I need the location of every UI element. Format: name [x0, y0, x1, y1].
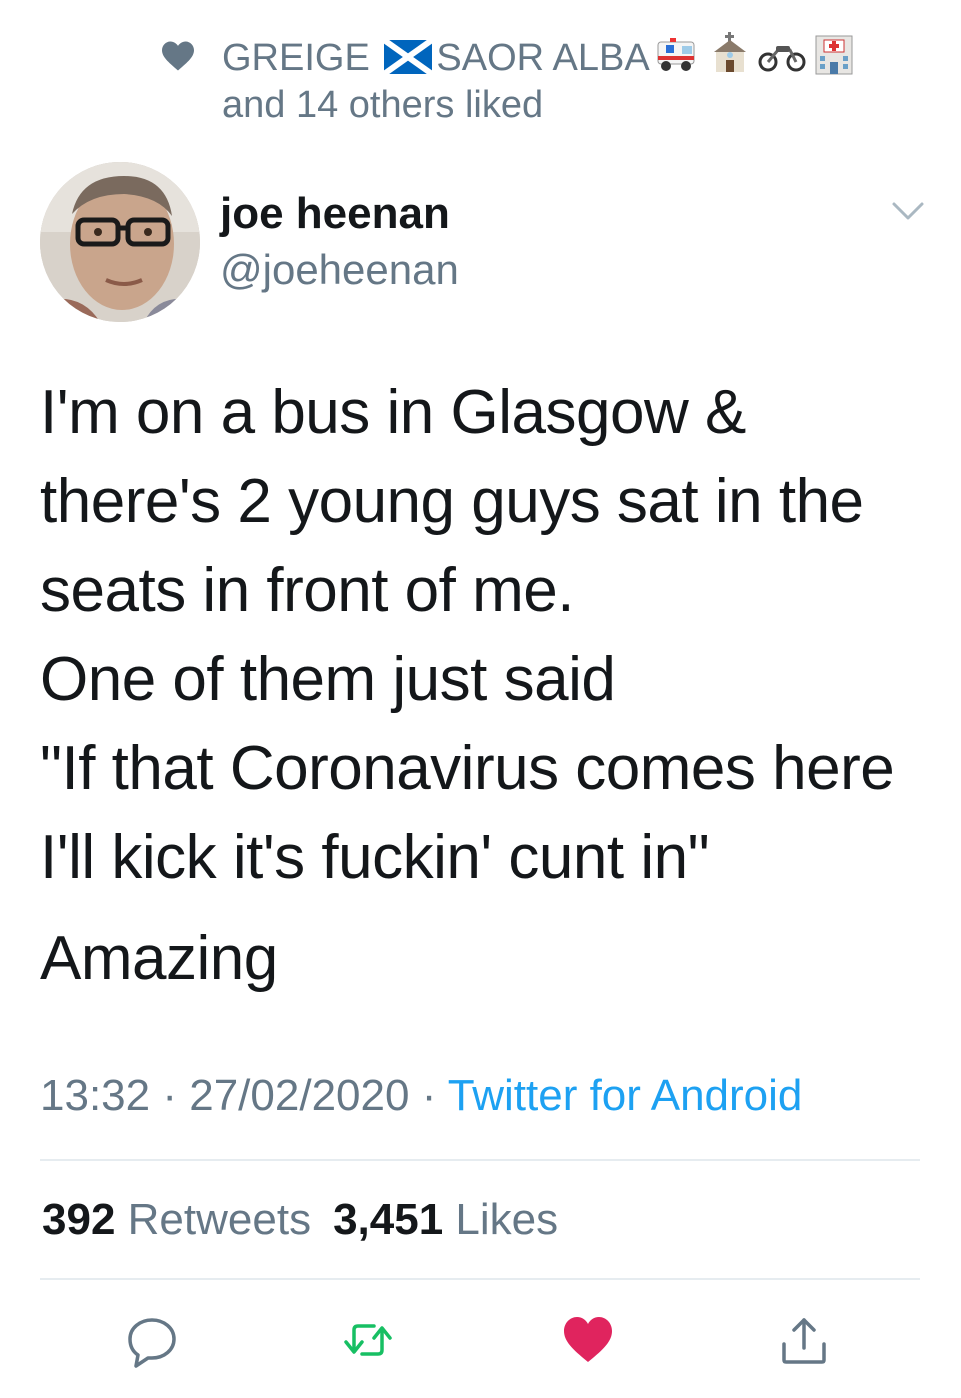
- tweet-line: "If that Coronavirus comes here: [40, 734, 895, 803]
- tweet-line: seats in front of me.: [40, 556, 574, 625]
- chevron-down-icon[interactable]: [890, 196, 926, 226]
- reply-icon[interactable]: [124, 1312, 180, 1368]
- heart-filled-icon[interactable]: [560, 1312, 616, 1368]
- tweet-closing: Amazing: [40, 924, 278, 993]
- tweet-meta: 13:32 · 27/02/2020 · Twitter for Android: [40, 1068, 802, 1124]
- author-handle[interactable]: @joeheenan: [220, 244, 459, 296]
- heart-icon: [162, 41, 194, 71]
- likes-label: Likes: [455, 1195, 559, 1244]
- liked-by-names: GREIGE SAOR ALBA: [222, 32, 858, 81]
- tweet-source-link[interactable]: Twitter for Android: [448, 1071, 803, 1120]
- meta-separator: ·: [421, 1071, 437, 1120]
- liked-by-others: and 14 others liked: [222, 84, 544, 126]
- author-name[interactable]: joe heenan: [220, 186, 450, 242]
- tweet-line: there's 2 young guys sat in the: [40, 467, 864, 536]
- liked-by-name-1: GREIGE: [222, 37, 370, 79]
- likes-count: 3,451: [333, 1195, 444, 1244]
- tweet-text: I'm on a bus in Glasgow & there's 2 youn…: [40, 368, 930, 1003]
- retweets-stat[interactable]: 392 Retweets: [42, 1195, 311, 1244]
- meta-separator: ·: [162, 1071, 177, 1120]
- tweet-date[interactable]: 27/02/2020: [189, 1071, 409, 1120]
- retweet-icon[interactable]: [340, 1312, 396, 1368]
- retweets-label: Retweets: [127, 1195, 312, 1244]
- likes-stat[interactable]: 3,451 Likes: [333, 1195, 558, 1244]
- motorcycle-icon: [758, 46, 806, 72]
- tweet-time[interactable]: 13:32: [40, 1071, 150, 1120]
- divider: [40, 1278, 920, 1280]
- liked-by-name-2: SAOR ALBA: [436, 37, 650, 79]
- avatar[interactable]: [40, 162, 200, 322]
- hospital-icon: [815, 35, 853, 75]
- church-icon: [713, 32, 746, 72]
- divider: [40, 1159, 920, 1161]
- retweets-count: 392: [42, 1195, 116, 1244]
- tweet-line: I'll kick it's fuckin' cunt in": [40, 823, 710, 892]
- ambulance-icon: [657, 38, 695, 71]
- avatar-photo: [40, 162, 200, 322]
- tweet-stats: 392 Retweets 3,451 Likes: [42, 1192, 558, 1248]
- tweet-line: I'm on a bus in Glasgow &: [40, 378, 746, 447]
- share-icon[interactable]: [776, 1312, 832, 1368]
- scotland-flag-icon: [384, 40, 433, 74]
- tweet-line: One of them just said: [40, 645, 616, 714]
